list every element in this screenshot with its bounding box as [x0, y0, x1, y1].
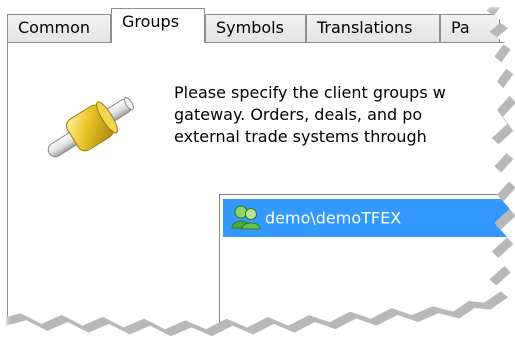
users-group-icon: [231, 205, 261, 229]
description-line: gateway. Orders, deals, and po: [174, 105, 423, 124]
tab-common[interactable]: Common: [7, 14, 111, 42]
tab-strip: Common Groups Symbols Translations Pa: [0, 0, 510, 43]
screenshot-stage: Common Groups Symbols Translations Pa Pl…: [0, 0, 515, 354]
tab-groups[interactable]: Groups: [111, 8, 205, 43]
tab-partial[interactable]: Pa: [440, 14, 500, 42]
tab-translations[interactable]: Translations: [306, 14, 440, 42]
client-groups-list[interactable]: demo\demoTFEX: [219, 194, 510, 330]
list-item-label: demo\demoTFEX: [265, 208, 402, 228]
description-line: Please specify the client groups w: [174, 83, 446, 102]
description-line: external trade systems through: [174, 127, 427, 146]
tab-left-border: [7, 42, 8, 322]
list-item[interactable]: demo\demoTFEX: [223, 199, 510, 237]
description-text: Please specify the client groups w gatewa…: [174, 82, 504, 148]
tab-content-border: [7, 42, 507, 43]
tab-symbols[interactable]: Symbols: [205, 14, 306, 42]
connector-icon: [47, 96, 135, 158]
dialog-panel: Common Groups Symbols Translations Pa Pl…: [0, 0, 510, 330]
